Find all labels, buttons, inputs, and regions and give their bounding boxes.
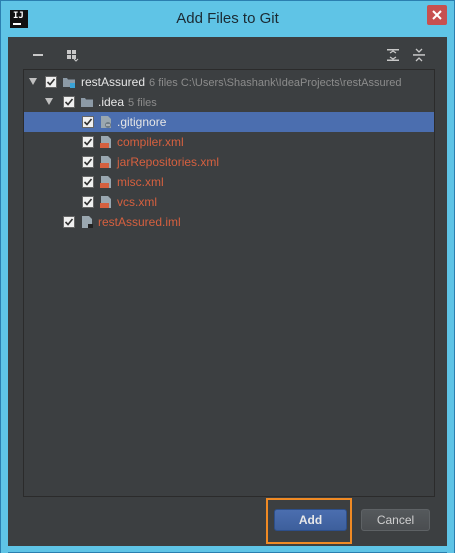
tree-item-label: misc.xml (117, 175, 164, 189)
checkbox[interactable] (63, 96, 75, 108)
check-icon (83, 138, 93, 146)
tree-row-file[interactable]: restAssured.iml (24, 212, 434, 232)
close-button[interactable] (427, 5, 447, 25)
dialog-window: IJ Add Files to Git restAssured 6 files … (0, 0, 455, 553)
dialog-title: Add Files to Git (176, 10, 279, 27)
xml-file-icon (99, 155, 113, 169)
checkbox[interactable] (82, 176, 94, 188)
tree-item-label: .idea (98, 95, 125, 109)
tree-item-label: .gitignore (117, 115, 167, 129)
checkbox[interactable] (82, 196, 94, 208)
tree-row-file[interactable]: jarRepositories.xml (24, 152, 434, 172)
check-icon (83, 158, 93, 166)
close-icon (432, 10, 442, 20)
module-file-icon (80, 215, 94, 229)
xml-file-icon (99, 135, 113, 149)
minus-icon (33, 54, 43, 56)
module-folder-icon (62, 75, 76, 89)
checkbox[interactable] (45, 76, 57, 88)
folder-icon (80, 95, 94, 109)
add-button[interactable]: Add (274, 509, 347, 531)
tree-row-file[interactable]: vcs.xml (24, 192, 434, 212)
tree-item-label: compiler.xml (117, 135, 184, 149)
tree-item-label: vcs.xml (117, 195, 157, 209)
tree-row-file[interactable]: misc.xml (24, 172, 434, 192)
checkbox[interactable] (82, 116, 94, 128)
title-bar[interactable]: IJ Add Files to Git (1, 1, 454, 37)
checkbox[interactable] (63, 216, 75, 228)
expand-all-button[interactable] (384, 46, 402, 64)
checkbox[interactable] (82, 136, 94, 148)
tree-row-idea-folder[interactable]: .idea 5 files (24, 92, 434, 112)
expand-arrow-icon[interactable] (45, 98, 53, 105)
check-icon (83, 198, 93, 206)
checkbox[interactable] (82, 156, 94, 168)
expand-all-icon (387, 49, 399, 61)
tree-item-label: restAssured (81, 75, 146, 89)
left-frame-edge (1, 37, 8, 553)
tree-item-label: restAssured.iml (98, 215, 181, 229)
file-tree[interactable]: restAssured 6 files C:\Users\Shashank\Ide… (23, 69, 435, 497)
check-icon (83, 178, 93, 186)
collapse-button[interactable] (29, 46, 47, 64)
tree-row-file[interactable]: .gitignore (24, 112, 434, 132)
tree-item-meta: 6 files C:\Users\Shashank\IdeaProjects\r… (149, 77, 402, 89)
cancel-button[interactable]: Cancel (361, 509, 430, 531)
ignore-file-icon (99, 115, 113, 129)
group-by-icon (67, 50, 79, 62)
group-by-button[interactable] (63, 46, 81, 64)
check-icon (46, 78, 56, 86)
tree-item-meta: 5 files (128, 97, 157, 109)
collapse-all-icon (413, 48, 425, 62)
check-icon (64, 98, 74, 106)
check-icon (64, 218, 74, 226)
xml-file-icon (99, 175, 113, 189)
right-frame-edge (447, 37, 454, 553)
xml-file-icon (99, 195, 113, 209)
expand-arrow-icon[interactable] (29, 78, 37, 85)
tree-row-root[interactable]: restAssured 6 files C:\Users\Shashank\Ide… (24, 72, 434, 92)
collapse-all-button[interactable] (410, 46, 428, 64)
bottom-frame-edge (1, 546, 454, 552)
check-icon (83, 118, 93, 126)
tree-row-file[interactable]: compiler.xml (24, 132, 434, 152)
tree-item-label: jarRepositories.xml (117, 155, 220, 169)
